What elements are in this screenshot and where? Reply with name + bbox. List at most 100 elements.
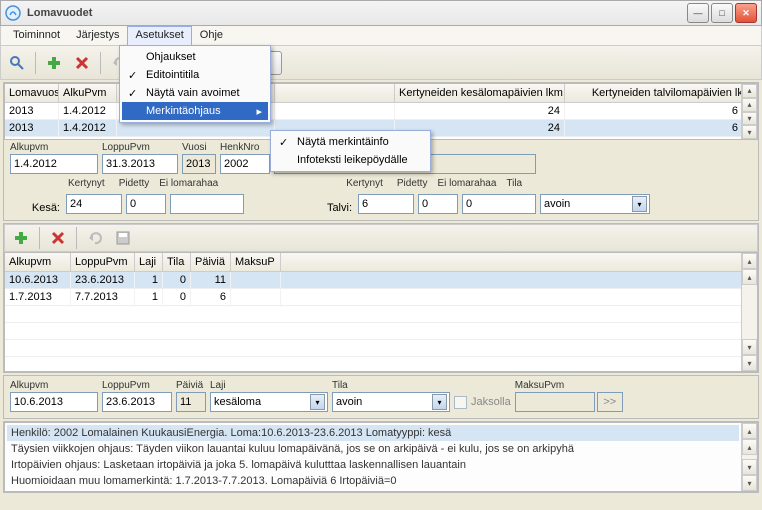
label-jaksolla: Jaksolla [471, 396, 511, 408]
status-panel: Henkilö: 2002 Lomalainen KuukausiEnergia… [4, 422, 758, 492]
table-row[interactable] [5, 340, 757, 357]
scroll-up-icon[interactable]: ▴ [742, 98, 757, 112]
scrollbar[interactable]: ▴ ▴ ▾ ▾ [741, 423, 757, 491]
titlebar: Lomavuodet — □ ✕ [0, 0, 762, 26]
scrollbar[interactable]: ▴ ▴ ▾ ▾ [741, 253, 757, 371]
status-line: Täysien viikkojen ohjaus: Täyden viikon … [7, 441, 739, 457]
input-vuosi [182, 154, 216, 174]
grid-header: Lomavuos AlkuPvm enkilönimi Kertyneiden … [5, 84, 757, 103]
chevron-down-icon: ▾ [310, 394, 325, 410]
undo-row-button[interactable] [83, 226, 107, 250]
menu-ohjaukset[interactable]: Ohjaukset [122, 48, 268, 66]
delete-button[interactable] [70, 51, 94, 75]
table-row[interactable]: 2013 1.4.2012 malainen Kuukausipalkka 24… [5, 103, 757, 120]
input-henknro[interactable] [220, 154, 270, 174]
scroll-bottom-icon[interactable]: ▾ [742, 355, 757, 371]
input-maksupvm [515, 392, 595, 412]
select-laji[interactable]: kesäloma▾ [210, 392, 328, 412]
label-talvi: Talvi: [248, 202, 354, 214]
main-toolbar: Kalenteri... [0, 46, 762, 80]
select-tila[interactable]: avoin▾ [540, 194, 650, 214]
menu-toiminnot[interactable]: Toiminnot [5, 26, 68, 45]
menu-asetukset-dropdown: Ohjaukset ✓Editointitila ✓Näytä vain avo… [119, 45, 271, 123]
maximize-button[interactable]: □ [711, 3, 733, 23]
menu-ohje[interactable]: Ohje [192, 26, 231, 45]
col-alkupvm[interactable]: AlkuPvm [59, 84, 117, 102]
scroll-up-icon[interactable]: ▴ [742, 439, 757, 455]
separator [35, 52, 36, 74]
menu-nayta-vain-avoimet[interactable]: ✓Näytä vain avoimet [122, 84, 268, 102]
detail-toolbar [4, 224, 758, 252]
label-loppupvm: LoppuPvm [102, 142, 178, 154]
delete-icon [50, 230, 66, 246]
search-icon [9, 55, 25, 71]
add-row-button[interactable] [9, 226, 33, 250]
menu-asetukset[interactable]: Asetukset [127, 26, 191, 45]
col-paivia[interactable]: Päiviä [191, 253, 231, 271]
input-talvi-pidetty[interactable] [418, 194, 458, 214]
scroll-down-icon[interactable]: ▾ [742, 112, 757, 126]
menu-nayta-merkintainfo[interactable]: ✓Näytä merkintäinfo [273, 133, 428, 151]
col-kesa[interactable]: Kertyneiden kesälomapäivien lkm [395, 84, 565, 102]
scroll-down-icon[interactable]: ▾ [742, 459, 757, 475]
window-buttons: — □ ✕ [687, 3, 757, 23]
status-line: Henkilö: 2002 Lomalainen KuukausiEnergia… [7, 425, 739, 441]
col-maksup[interactable]: MaksuP [231, 253, 281, 271]
table-row[interactable] [5, 306, 757, 323]
col-tila[interactable]: Tila [163, 253, 191, 271]
input-talvi-kertynyt[interactable] [358, 194, 414, 214]
scroll-bottom-icon[interactable]: ▾ [742, 475, 757, 491]
input-talvi-eilomarahaa[interactable] [462, 194, 536, 214]
col-talvi[interactable]: Kertyneiden talvilomapäivien lkm [565, 84, 757, 102]
input-kesa-eilomarahaa[interactable] [170, 194, 244, 214]
grid-vacation-entries: Alkupvm LoppuPvm Laji Tila Päiviä MaksuP… [4, 252, 758, 372]
menu-jarjestys[interactable]: Järjestys [68, 26, 127, 45]
add-button[interactable] [42, 51, 66, 75]
undo-icon [87, 230, 103, 246]
minimize-button[interactable]: — [687, 3, 709, 23]
scroll-top-icon[interactable]: ▴ [742, 423, 757, 439]
plus-icon [13, 230, 29, 246]
search-button[interactable] [5, 51, 29, 75]
close-button[interactable]: ✕ [735, 3, 757, 23]
menubar: Toiminnot Järjestys Asetukset Ohje Ohjau… [0, 26, 762, 46]
scroll-up-icon[interactable]: ▴ [742, 269, 757, 285]
input-kesa-pidetty[interactable] [126, 194, 166, 214]
scroll-bottom-icon[interactable]: ▾ [742, 125, 757, 139]
col-alkupvm[interactable]: Alkupvm [5, 253, 71, 271]
input-kesa-kertynyt[interactable] [66, 194, 122, 214]
menu-editointitila[interactable]: ✓Editointitila [122, 66, 268, 84]
go-button[interactable]: >> [597, 392, 623, 412]
col-laji[interactable]: Laji [135, 253, 163, 271]
input-entry-alkupvm[interactable] [10, 392, 98, 412]
scroll-top-icon[interactable]: ▴ [742, 84, 757, 98]
table-row[interactable]: 10.6.2013 23.6.2013 1 0 11 [5, 272, 757, 289]
form-kesatalvi-values: Kesä: Talvi: avoin▾ [4, 194, 758, 220]
plus-icon [46, 55, 62, 71]
separator [100, 52, 101, 74]
input-loppupvm[interactable] [102, 154, 178, 174]
select-entry-tila[interactable]: avoin▾ [332, 392, 450, 412]
form-kesatalvi: Kertynyt Pidetty Ei lomarahaa Kertynyt P… [4, 176, 758, 194]
status-line: Irtopäivien ohjaus: Lasketaan irtopäiviä… [7, 457, 739, 473]
save-row-button[interactable] [111, 226, 135, 250]
chevron-down-icon: ▾ [632, 196, 647, 212]
input-entry-paivia [176, 392, 206, 412]
table-row[interactable]: 1.7.2013 7.7.2013 1 0 6 [5, 289, 757, 306]
table-row[interactable] [5, 323, 757, 340]
col-loppupvm[interactable]: LoppuPvm [71, 253, 135, 271]
menu-merkintaohjaus[interactable]: Merkintäohjaus▸ [122, 102, 268, 120]
scrollbar[interactable]: ▴ ▴ ▾ ▾ [741, 84, 757, 139]
checkbox-jaksolla[interactable] [454, 396, 467, 409]
form-entry-details: Alkupvm LoppuPvm Päiviä Lajikesäloma▾ Ti… [4, 376, 758, 418]
status-line: Huomioidaan muu lomamerkintä: 1.7.2013-7… [7, 473, 739, 489]
input-entry-loppupvm[interactable] [102, 392, 172, 412]
chevron-down-icon: ▾ [432, 394, 447, 410]
input-alkupvm[interactable] [10, 154, 98, 174]
menu-infoteksti-leikepoydalle[interactable]: Infoteksti leikepöydälle [273, 151, 428, 169]
col-lomavuos[interactable]: Lomavuos [5, 84, 59, 102]
check-icon: ✓ [279, 136, 288, 149]
scroll-down-icon[interactable]: ▾ [742, 339, 757, 355]
delete-row-button[interactable] [46, 226, 70, 250]
scroll-top-icon[interactable]: ▴ [742, 253, 757, 269]
